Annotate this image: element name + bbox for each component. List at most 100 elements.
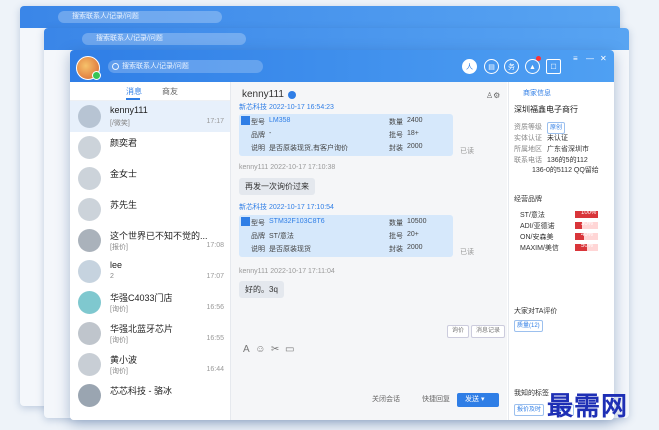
text-message: 再发一次询价过来 (239, 178, 315, 195)
contact-avatar (78, 167, 101, 190)
message-meta: kenny111 2022-10-17 17:11:04 (239, 268, 335, 275)
list-item[interactable]: lee 2 17:07 (70, 256, 230, 287)
contact-name: 这个世界已不知不觉的... (110, 231, 208, 241)
contact-name: kenny111 (110, 105, 148, 115)
merchant-info-panel: 商家信息 深圳福鑫电子商行 资质等级 原创 实体认证 未认证 所属地区 广东省深圳市 联系电… (508, 82, 614, 420)
card-label: 封装 (389, 145, 403, 152)
tasks-icon[interactable]: 务 (504, 59, 519, 74)
detail-value: 广东省深圳市 (547, 146, 589, 153)
sender-name: kenny111 (239, 164, 269, 171)
chat-contact-name: kenny111 (242, 89, 284, 100)
inquiry-button[interactable]: 询价 (447, 325, 470, 338)
card-value-qty: 10500 (407, 218, 427, 225)
last-message: [询价] (110, 368, 128, 375)
message-time: 16:44 (206, 366, 224, 373)
tags-title: 我知的标签 (514, 390, 549, 397)
scissors-icon[interactable]: ✂ (271, 344, 279, 355)
message-time: 2022-10-17 16:54:23 (268, 104, 334, 111)
last-message: [报价] (110, 244, 128, 251)
tab-messages[interactable]: 消息 (126, 86, 142, 97)
contacts-icon[interactable]: ▤ (484, 59, 499, 74)
card-value-desc: 是否原装现货,有客户询价 (269, 145, 348, 152)
sender-name: kenny111 (239, 268, 269, 275)
tag-chip[interactable]: 报价及时 (514, 404, 545, 416)
message-meta: 新芯科技 2022-10-17 16:54:23 (239, 102, 334, 112)
list-item[interactable]: 金女士 (70, 163, 230, 194)
card-value-batch: 20+ (407, 231, 419, 238)
list-item[interactable]: 这个世界已不知不觉的... [报价] 17:08 (70, 225, 230, 256)
card-label: 批号 (389, 233, 403, 240)
contact-name: 苏先生 (110, 200, 138, 210)
title-bar: 搜索联系人/记录/问题 人 ▤ 务 ▲ ☐ ≡ — ✕ (70, 50, 614, 82)
site-watermark: 最需网 (547, 392, 629, 422)
sender-name: 新芯科技 (239, 204, 267, 211)
detail-label: 实体认证 (514, 135, 542, 142)
card-value-model: LM358 (269, 117, 291, 124)
conversation-sidebar: 消息 商友 kenny111 [/微笑] 17:17 颜奕君金女士苏先生这个世界已不知… (70, 82, 231, 420)
list-item[interactable]: 苏先生 (70, 194, 230, 225)
font-icon[interactable]: A (243, 344, 250, 355)
message-time: 16:56 (206, 304, 224, 311)
bell-icon[interactable]: ▲ (525, 59, 540, 74)
last-message: [询价] (110, 306, 128, 313)
list-item[interactable]: 芯芯科技 - 骆冰 (70, 380, 230, 411)
menu-icon[interactable]: ≡ (573, 54, 578, 63)
contact-name: 芯芯科技 - 骆冰 (110, 386, 172, 396)
message-time: 2022-10-17 17:11:04 (270, 268, 335, 275)
card-label: 说明 (251, 246, 265, 253)
detail-label: 资质等级 (514, 124, 542, 131)
list-item[interactable]: 华强C4033门店 [询价] 16:56 (70, 287, 230, 318)
card-label: 封装 (389, 246, 403, 253)
brand-share-pct: 50% (581, 243, 594, 249)
card-label: 数量 (389, 220, 403, 227)
brand-name: MAXIM/美信 (520, 245, 559, 252)
search-icon (112, 63, 119, 70)
chat-window: 搜索联系人/记录/问题 人 ▤ 务 ▲ ☐ ≡ — ✕ 消息 商友 kenny1… (70, 50, 614, 420)
card-label: 品牌 (251, 233, 265, 240)
contact-name: 华强C4033门店 (110, 293, 173, 303)
contact-name: lee (110, 260, 123, 270)
brand-share-pct: 40% (581, 232, 594, 238)
contact-name: 华强北蓝牙芯片 (110, 324, 174, 334)
contact-name: 颜奕君 (110, 138, 138, 148)
quick-reply-button[interactable]: 快捷回复 (422, 393, 450, 407)
inquiry-card[interactable]: 型号 STM32F103C8T6 品牌 ST/意法 说明 是否原装现货 数量 10500 批号 2… (239, 215, 453, 257)
emoji-icon[interactable]: ☺ (255, 344, 265, 355)
verified-icon (288, 91, 296, 99)
hide-icon[interactable]: ☐ (546, 59, 561, 74)
card-label: 品牌 (251, 132, 265, 139)
contact-avatar (78, 322, 101, 345)
close-icon[interactable]: ✕ (600, 54, 607, 63)
card-label: 数量 (389, 119, 403, 126)
folder-icon[interactable]: ▭ (285, 344, 294, 355)
tab-friends[interactable]: 商友 (162, 86, 178, 97)
send-button[interactable]: 发送 ▾ (457, 393, 499, 407)
list-item[interactable]: 颜奕君 (70, 132, 230, 163)
input-toolbar: A ☺ ✂ ▭ (243, 344, 294, 355)
inquiry-card[interactable]: 型号 LM358 品牌 - 说明 是否原装现货,有客户询价 数量 2400 批号 18+ 封装 200… (239, 114, 453, 156)
card-value-pkg: 2000 (407, 143, 423, 150)
list-item[interactable]: 华强北蓝牙芯片 [询价] 16:55 (70, 318, 230, 349)
message-time: 2022-10-17 17:10:54 (268, 204, 334, 211)
last-message: 2 (110, 273, 114, 280)
message-record-button[interactable]: 消息记录 (471, 325, 506, 338)
message-time: 17:07 (206, 273, 224, 280)
search-input[interactable]: 搜索联系人/记录/问题 (108, 60, 263, 73)
close-session-button[interactable]: 关闭会话 (372, 393, 400, 407)
avatar-icon[interactable]: 人 (462, 59, 477, 74)
inquiry-tag-icon (241, 217, 250, 226)
notification-badge (536, 56, 541, 61)
message-time: 17:17 (206, 118, 224, 125)
card-label: 批号 (389, 132, 403, 139)
read-status: 已读 (460, 249, 474, 256)
minimize-icon[interactable]: — (586, 54, 594, 63)
inquiry-tag-icon (241, 116, 250, 125)
card-value-qty: 2400 (407, 117, 423, 124)
brand-name: ON/安森美 (520, 234, 554, 241)
contact-avatar (78, 105, 101, 128)
card-value-desc: 是否原装现货 (269, 246, 311, 253)
person-icon[interactable]: ♙⚙ (486, 91, 500, 100)
list-item[interactable]: kenny111 [/微笑] 17:17 (70, 101, 230, 132)
list-item[interactable]: 黄小波 [询价] 16:44 (70, 349, 230, 380)
card-value-brand: ST/意法 (269, 233, 294, 240)
